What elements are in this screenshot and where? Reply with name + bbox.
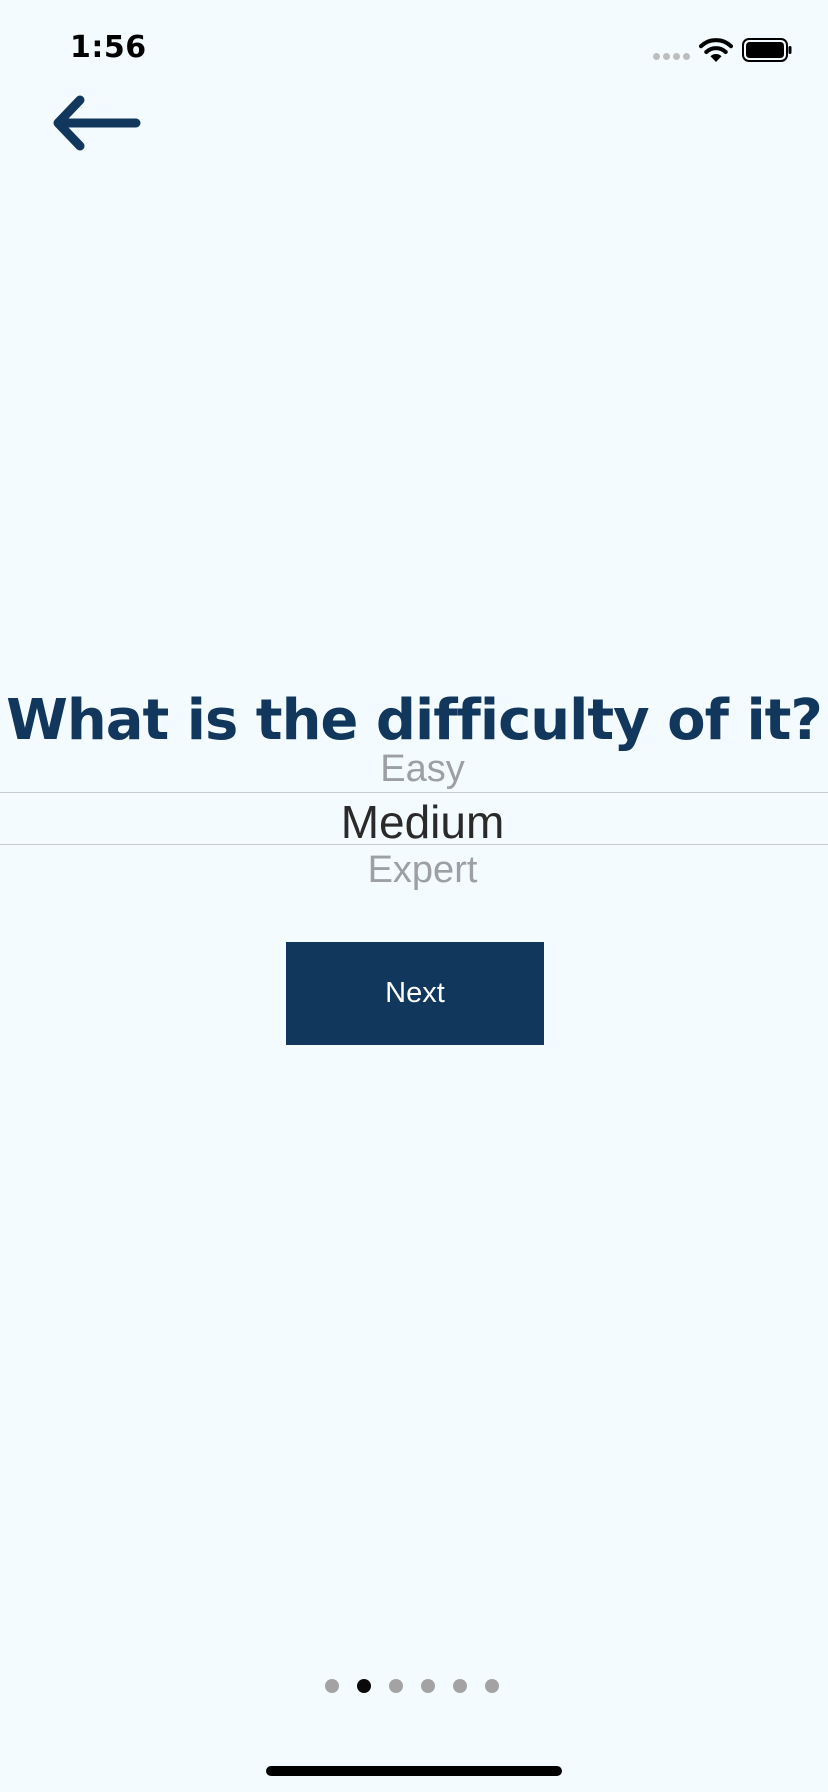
battery-icon: [742, 38, 792, 62]
page-dot[interactable]: [389, 1679, 403, 1693]
status-time: 1:56: [70, 30, 147, 65]
wifi-icon: [699, 38, 733, 62]
page-dot[interactable]: [325, 1679, 339, 1693]
page-dot[interactable]: [485, 1679, 499, 1693]
home-indicator[interactable]: [266, 1766, 562, 1776]
page-dot[interactable]: [421, 1679, 435, 1693]
page-indicator: [325, 1679, 499, 1693]
next-button[interactable]: Next: [286, 942, 544, 1045]
signal-dots-icon: [653, 53, 690, 60]
picker-top-divider: [0, 792, 828, 793]
difficulty-picker[interactable]: Easy Medium Expert: [0, 745, 828, 895]
page-dot[interactable]: [453, 1679, 467, 1693]
status-bar: 1:56: [0, 0, 828, 100]
picker-option-easy[interactable]: Easy: [0, 748, 828, 791]
page-dot[interactable]: [357, 1679, 371, 1693]
picker-option-expert[interactable]: Expert: [0, 849, 828, 892]
picker-option-medium[interactable]: Medium: [0, 795, 828, 849]
arrow-left-icon: [53, 95, 141, 151]
back-button[interactable]: [48, 90, 142, 156]
